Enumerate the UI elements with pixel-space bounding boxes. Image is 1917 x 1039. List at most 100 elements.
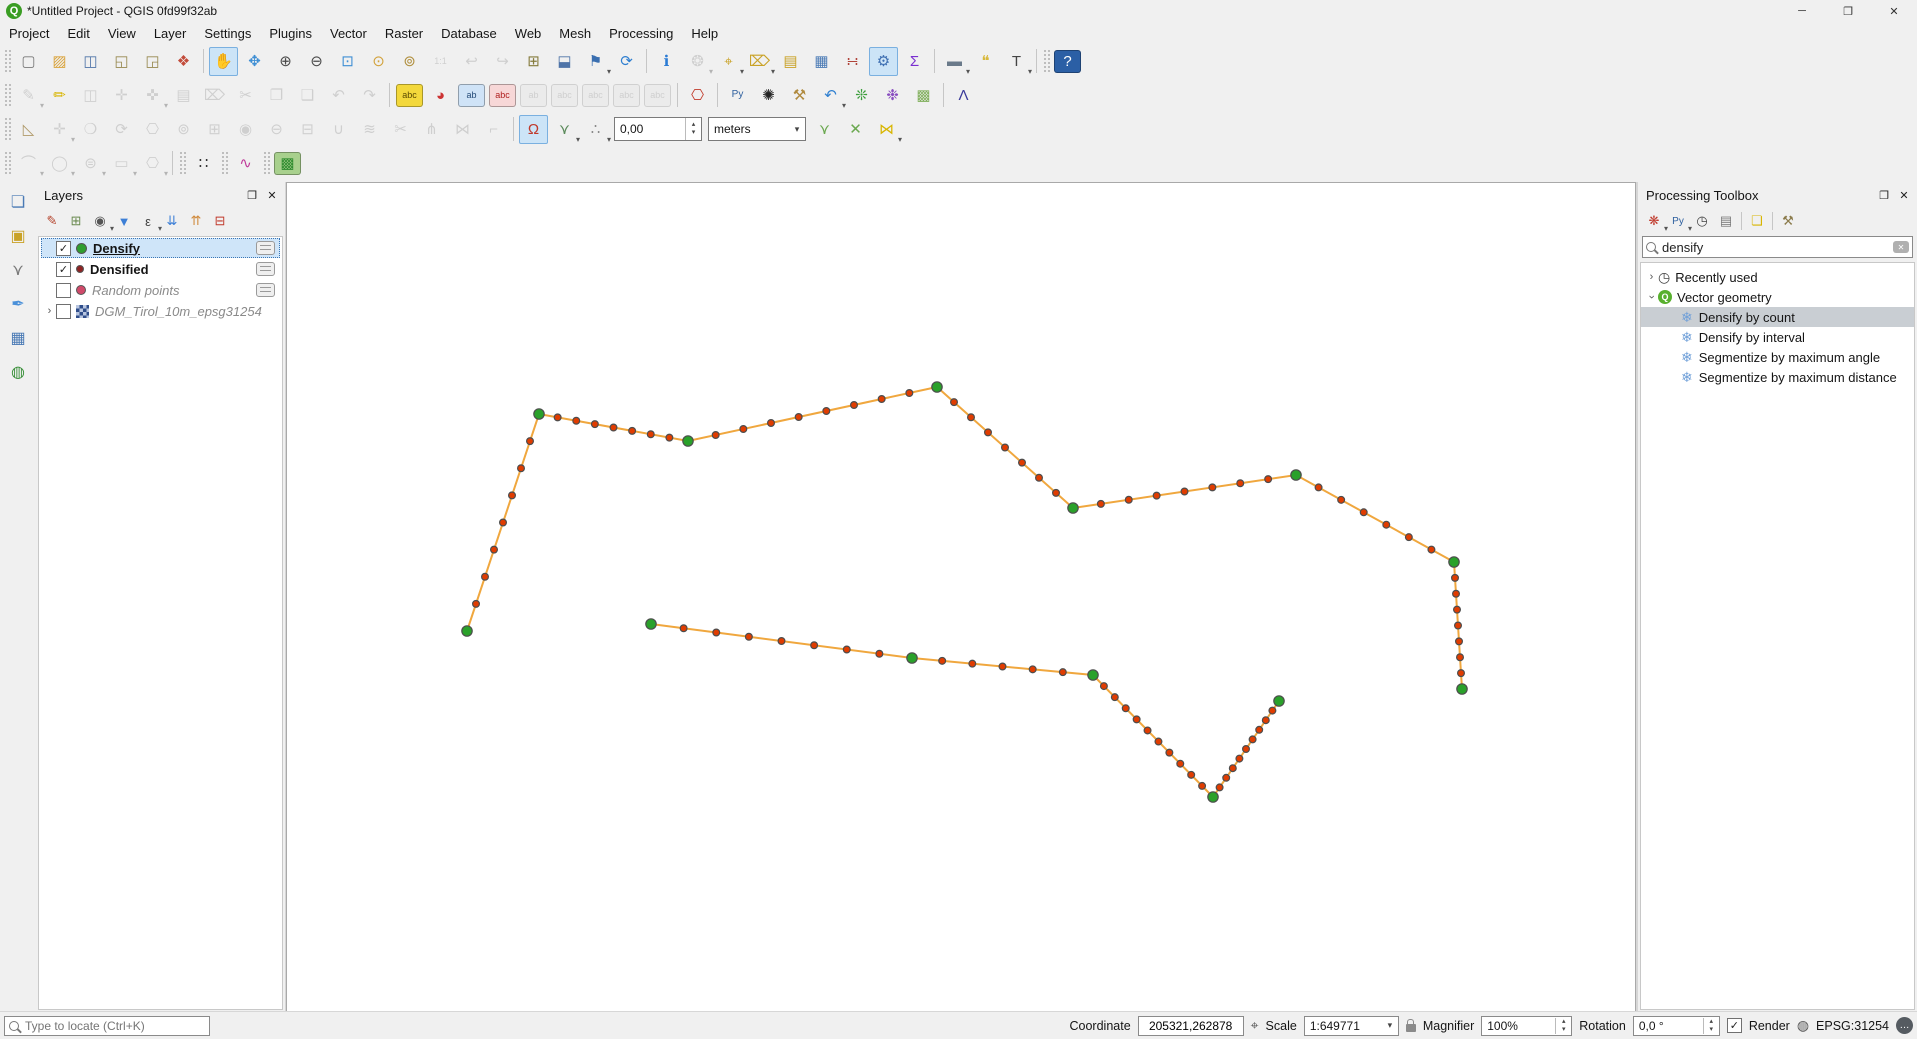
new-geopackage-layer-button[interactable]: ▣ <box>5 223 31 249</box>
magnifier-lock-icon[interactable] <box>1406 1024 1416 1032</box>
refresh-map-button[interactable]: ⟳ <box>612 47 641 76</box>
open-layer-styling-button[interactable]: ✎ <box>40 210 64 232</box>
snapping-mode-button[interactable]: ⋎ <box>550 115 579 144</box>
minimize-button[interactable]: ─ <box>1779 0 1825 22</box>
random-points-plugin-button[interactable]: ∷ <box>189 149 218 178</box>
maximize-button[interactable]: ❐ <box>1825 0 1871 22</box>
raster-mask-plugin-button[interactable]: ▩ <box>274 152 301 175</box>
processing-search-input[interactable] <box>1660 239 1893 256</box>
add-wms-layer-button[interactable]: ◍ <box>5 359 31 385</box>
layer-indicator-badge[interactable] <box>256 283 275 297</box>
measure-button[interactable]: ▬ <box>940 47 969 76</box>
style-manager-button[interactable]: ❖ <box>169 47 198 76</box>
render-checkbox[interactable]: ✓ <box>1727 1018 1742 1033</box>
statistics-panel-button[interactable]: Σ <box>900 47 929 76</box>
osgeo-tools-button[interactable]: ⚒ <box>785 81 814 110</box>
new-print-layout-button[interactable]: ◱ <box>107 47 136 76</box>
options-button[interactable]: ⚒ <box>1776 210 1800 232</box>
zoom-full-extent-button[interactable]: ⊡ <box>333 47 362 76</box>
new-spatialite-layer-button[interactable]: ✒ <box>5 291 31 317</box>
layer-item-random-points[interactable]: Random points <box>41 280 280 300</box>
algorithm-densify-by-interval[interactable]: ❄Densify by interval <box>1641 327 1914 347</box>
help-button[interactable]: ? <box>1054 50 1081 73</box>
zoom-in-button[interactable]: ⊕ <box>271 47 300 76</box>
scripts-button[interactable]: Py <box>1666 210 1690 232</box>
toggle-editing-button[interactable]: ✏ <box>45 81 74 110</box>
spinner-arrows-icon[interactable]: ▴▾ <box>1555 1018 1571 1034</box>
layer-item-densified[interactable]: ✓Densified <box>41 259 280 279</box>
layers-panel-float-button[interactable]: ❐ <box>243 186 261 204</box>
processing-panel-close-button[interactable]: ✕ <box>1895 186 1913 204</box>
filter-legend-button[interactable]: ▼ <box>112 210 136 232</box>
expander-icon[interactable]: › <box>1645 271 1658 283</box>
menu-raster[interactable]: Raster <box>376 23 432 44</box>
processing-plugin-button[interactable]: ❊ <box>847 81 876 110</box>
expander-icon[interactable]: › <box>1646 291 1658 304</box>
collapse-all-button[interactable]: ⇈ <box>184 210 208 232</box>
zoom-out-button[interactable]: ⊖ <box>302 47 331 76</box>
filter-by-expression-button[interactable]: ε <box>136 210 160 232</box>
menu-project[interactable]: Project <box>0 23 58 44</box>
menu-settings[interactable]: Settings <box>195 23 260 44</box>
rotation-spinbox[interactable]: 0,0 ° ▴▾ <box>1633 1016 1720 1036</box>
statistical-summary-button[interactable]: ∺ <box>838 47 867 76</box>
topological-editing-button[interactable]: ⋎ <box>810 115 839 144</box>
scale-combo[interactable]: 1:649771 ▾ <box>1304 1016 1399 1036</box>
group-vector-geometry[interactable]: ›QVector geometry <box>1641 287 1914 307</box>
coordinate-input[interactable] <box>1139 1018 1243 1034</box>
algorithm-segmentize-by-maximum-distance[interactable]: ❄Segmentize by maximum distance <box>1641 367 1914 387</box>
menu-view[interactable]: View <box>99 23 145 44</box>
undo-steps-button[interactable]: ↶ <box>816 81 845 110</box>
map-canvas[interactable] <box>286 182 1636 1012</box>
menu-layer[interactable]: Layer <box>145 23 196 44</box>
close-button[interactable]: ✕ <box>1871 0 1917 22</box>
crs-status[interactable]: EPSG:31254 <box>1816 1019 1889 1033</box>
new-3d-map-view-button[interactable]: ⬓ <box>550 47 579 76</box>
lambda-tool-button[interactable]: Λ <box>949 81 978 110</box>
cad-dock-button[interactable]: ◺ <box>14 115 43 144</box>
menu-plugins[interactable]: Plugins <box>260 23 321 44</box>
menu-help[interactable]: Help <box>682 23 727 44</box>
layer-indicator-badge[interactable] <box>256 262 275 276</box>
layer-labeling-button[interactable]: abc <box>396 84 423 107</box>
add-group-button[interactable]: ⊞ <box>64 210 88 232</box>
expand-all-button[interactable]: ⇊ <box>160 210 184 232</box>
processing-toolbox-button[interactable]: ⚙ <box>869 47 898 76</box>
text-annotation-button[interactable]: T <box>1002 47 1031 76</box>
spinner-arrows-icon[interactable]: ▴▾ <box>1703 1018 1719 1034</box>
spatial-bookmarks-button[interactable]: ⚑ <box>581 47 610 76</box>
identify-features-button[interactable]: ℹ <box>652 47 681 76</box>
pan-to-selection-button[interactable]: ✥ <box>240 47 269 76</box>
zoom-to-layer-button[interactable]: ⊚ <box>395 47 424 76</box>
menu-web[interactable]: Web <box>506 23 551 44</box>
group-recently-used[interactable]: ›◷Recently used <box>1641 267 1914 287</box>
layer-item-dgm-tirol-10m-epsg31254[interactable]: ›DGM_Tirol_10m_epsg31254 <box>41 301 280 321</box>
open-attribute-table-button[interactable]: ▦ <box>807 47 836 76</box>
expander-icon[interactable]: › <box>43 305 56 317</box>
models-button[interactable]: ❋ <box>1642 210 1666 232</box>
zoom-to-selection-button[interactable]: ⊙ <box>364 47 393 76</box>
layers-panel-close-button[interactable]: ✕ <box>263 186 281 204</box>
highlight-labels-button[interactable]: abc <box>489 84 516 107</box>
avoid-overlap-button[interactable]: ⋈ <box>872 115 901 144</box>
snapping-intersection-button[interactable]: ✕ <box>841 115 870 144</box>
menu-mesh[interactable]: Mesh <box>550 23 600 44</box>
edit-features-inplace-button[interactable]: ❏ <box>1745 210 1769 232</box>
python-console-button[interactable]: Py <box>723 81 752 110</box>
clear-search-icon[interactable]: ✕ <box>1893 241 1909 253</box>
algorithm-densify-by-count[interactable]: ❄Densify by count <box>1641 307 1914 327</box>
layer-checkbox[interactable]: ✓ <box>56 262 71 277</box>
new-shapefile-layer-button[interactable]: ⋎ <box>5 257 31 283</box>
history-button[interactable]: ◷ <box>1690 210 1714 232</box>
algorithm-segmentize-by-maximum-angle[interactable]: ❄Segmentize by maximum angle <box>1641 347 1914 367</box>
layer-indicator-badge[interactable] <box>256 241 275 255</box>
select-features-button[interactable]: ⌖ <box>714 47 743 76</box>
spinner-arrows-icon[interactable]: ▴▾ <box>685 118 701 140</box>
locator-input[interactable] <box>23 1018 205 1034</box>
new-virtual-layer-button[interactable]: ▦ <box>5 325 31 351</box>
extents-toggle-icon[interactable]: ⌖ <box>1251 1017 1259 1034</box>
new-project-button[interactable]: ▢ <box>14 47 43 76</box>
menu-processing[interactable]: Processing <box>600 23 682 44</box>
pan-map-button[interactable]: ✋ <box>209 47 238 76</box>
remove-layer-button[interactable]: ⊟ <box>208 210 232 232</box>
